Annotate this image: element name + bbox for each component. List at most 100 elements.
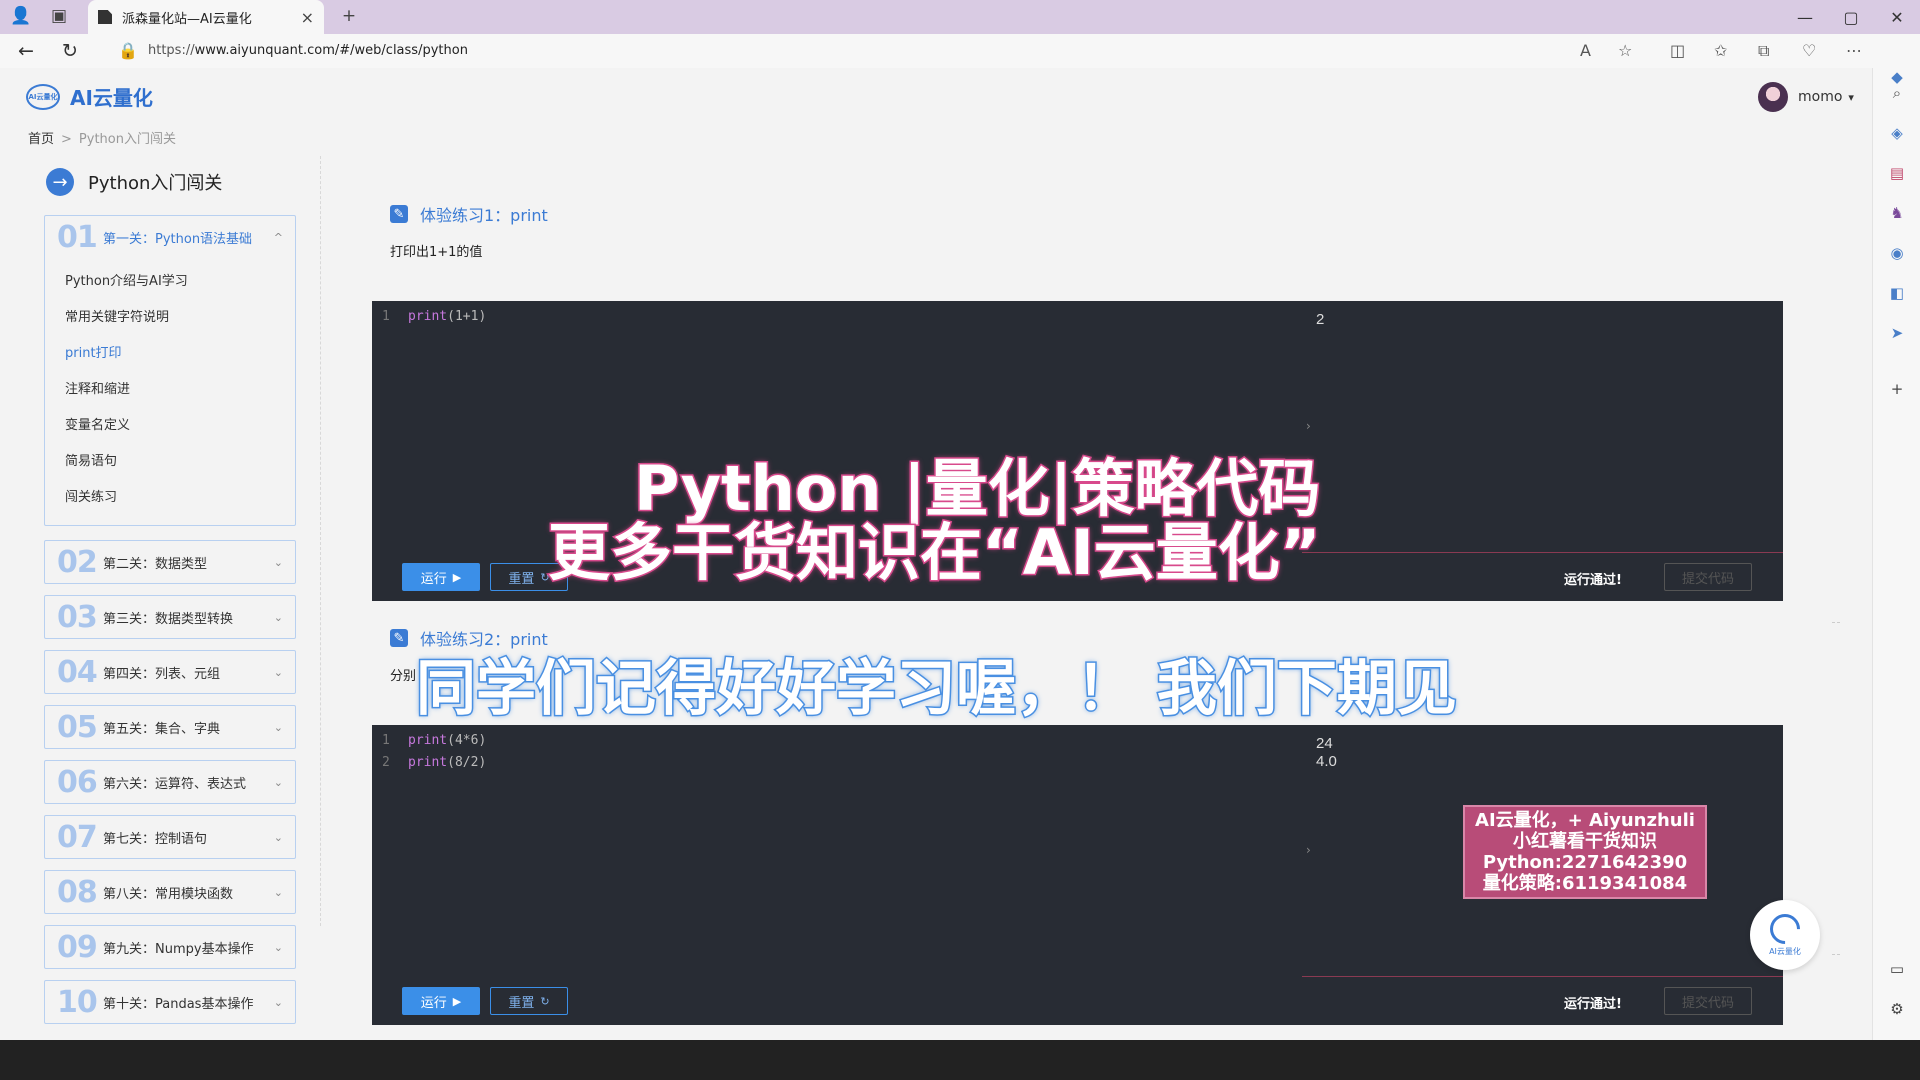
chapter-01: 01 第一关：Python语法基础 ^ Python介绍与AI学习 常用关键字符…	[44, 215, 296, 526]
ai-assistant-icon	[1763, 907, 1807, 950]
exercise-2-desc: 分别	[390, 669, 417, 684]
minimize-icon[interactable]: —	[1782, 8, 1828, 27]
taskbar	[0, 1040, 1920, 1080]
refresh-icon[interactable]: ↻	[62, 40, 78, 62]
lesson-item[interactable]: 闯关练习	[45, 480, 295, 516]
chapter-number: 03	[57, 599, 98, 635]
scroll-marker	[1832, 622, 1840, 623]
address-bar: ← ↻ 🔒 https://www.aiyunquant.com/#/web/c…	[0, 34, 1920, 68]
chapter-name: 第九关：Numpy基本操作	[103, 941, 254, 957]
office-icon[interactable]: ◉	[1887, 244, 1907, 264]
code-line[interactable]: 1 print (1+1)	[382, 309, 486, 324]
chapter-name: 第一关：Python语法基础	[103, 231, 253, 247]
breadcrumb-separator-icon: >	[61, 132, 72, 147]
chapter-07[interactable]: 07 第七关：控制语句 ⌄	[44, 815, 296, 859]
lock-icon[interactable]: 🔒	[118, 41, 138, 60]
chapter-number: 07	[57, 819, 98, 855]
shopping-tag-icon[interactable]: ◈	[1887, 124, 1907, 144]
status-divider	[1302, 552, 1783, 553]
reset-icon: ↻	[540, 994, 550, 1008]
chapter-10[interactable]: 10 第十关：Pandas基本操作 ⌄	[44, 980, 296, 1024]
tab-actions-icon[interactable]: ▣	[48, 6, 70, 28]
output-line: 24	[1316, 735, 1333, 752]
chapter-name: 第五关：集合、字典	[103, 721, 221, 737]
sidebar-layout-icon[interactable]: ▭	[1887, 960, 1907, 980]
lesson-item[interactable]: 常用关键字符说明	[45, 300, 295, 336]
run-status-text: 运行通过!	[1564, 573, 1622, 588]
add-sidebar-app-icon[interactable]: +	[1887, 380, 1907, 400]
play-icon: ▶	[452, 994, 462, 1008]
ai-assistant-button[interactable]: AI云量化	[1750, 900, 1820, 970]
logo-text: AI云量化	[70, 86, 153, 110]
browser-sidebar: ◆ ⌕ ◈ ▤ ♞ ◉ ◧ ➤ + ▭ ⚙	[1872, 68, 1920, 1040]
chapter-header[interactable]: 01 第一关：Python语法基础 ^	[45, 216, 295, 258]
chapter-06[interactable]: 06 第六关：运算符、表达式 ⌄	[44, 760, 296, 804]
panel-divider-handle[interactable]: ›	[1306, 843, 1311, 857]
new-tab-icon[interactable]: +	[338, 6, 360, 28]
course-title: → Python入门闯关	[46, 168, 222, 196]
chevron-down-icon: ⌄	[273, 720, 283, 734]
submit-button[interactable]: 提交代码	[1664, 987, 1752, 1015]
breadcrumb: 首页 > Python入门闯关	[28, 128, 176, 147]
close-tab-icon[interactable]: ×	[301, 8, 314, 27]
page-content: AI云量化 AI云量化 momo ▾ 首页 > Python入门闯关 → Pytho…	[0, 68, 1872, 1040]
split-screen-icon[interactable]: ◫	[1670, 41, 1685, 60]
sidebar-search-icon[interactable]: ⌕	[1887, 84, 1907, 104]
outlook-icon[interactable]: ◧	[1887, 284, 1907, 304]
panel-divider-handle[interactable]: ›	[1306, 419, 1311, 433]
breadcrumb-home[interactable]: 首页	[28, 132, 54, 147]
tools-bag-icon[interactable]: ▤	[1887, 164, 1907, 184]
tab-title: 派森量化站—AI云量化	[122, 11, 252, 27]
play-icon: ▶	[452, 570, 462, 584]
submit-button[interactable]: 提交代码	[1664, 563, 1752, 591]
chapter-09[interactable]: 09 第九关：Numpy基本操作 ⌄	[44, 925, 296, 969]
chapter-04[interactable]: 04 第四关：列表、元组 ⌄	[44, 650, 296, 694]
run-button[interactable]: 运行 ▶	[402, 563, 480, 591]
chapter-02[interactable]: 02 第二关：数据类型 ⌄	[44, 540, 296, 584]
maximize-icon[interactable]: ▢	[1828, 8, 1874, 27]
games-icon[interactable]: ♞	[1887, 204, 1907, 224]
user-caret-icon: ▾	[1848, 90, 1854, 104]
chapter-05[interactable]: 05 第五关：集合、字典 ⌄	[44, 705, 296, 749]
extensions-icon[interactable]: ♡	[1802, 41, 1816, 60]
code-line[interactable]: 2 print (8/2)	[382, 755, 486, 770]
lesson-item[interactable]: Python介绍与AI学习	[45, 264, 295, 300]
edit-check-icon: ✎	[390, 205, 408, 223]
url-field[interactable]: https://www.aiyunquant.com/#/web/class/p…	[148, 43, 468, 58]
lesson-item[interactable]: 简易语句	[45, 444, 295, 480]
window-close-icon[interactable]: ✕	[1874, 8, 1920, 27]
run-status-text: 运行通过!	[1564, 997, 1622, 1012]
profile-icon[interactable]: 👤	[10, 6, 32, 28]
chevron-down-icon: ⌄	[273, 610, 283, 624]
back-icon[interactable]: ←	[18, 40, 34, 62]
run-button[interactable]: 运行 ▶	[402, 987, 480, 1015]
chapter-08[interactable]: 08 第八关：常用模块函数 ⌄	[44, 870, 296, 914]
output-line: 4.0	[1316, 753, 1337, 770]
reset-button[interactable]: 重置 ↻	[490, 987, 568, 1015]
chevron-down-icon: ⌄	[273, 940, 283, 954]
read-aloud-icon[interactable]: A	[1580, 41, 1591, 60]
favorites-icon[interactable]: ✩	[1714, 41, 1727, 60]
collections-icon[interactable]: ⧉	[1758, 41, 1769, 61]
sidebar-settings-icon[interactable]: ⚙	[1887, 1000, 1907, 1020]
more-menu-icon[interactable]: ⋯	[1846, 41, 1862, 60]
telegram-icon[interactable]: ➤	[1887, 324, 1907, 344]
lesson-item-active[interactable]: print打印	[45, 336, 295, 372]
user-menu[interactable]: momo ▾	[1758, 82, 1854, 112]
code-line[interactable]: 1 print (4*6)	[382, 733, 486, 748]
chevron-down-icon: ⌄	[273, 885, 283, 899]
lesson-item[interactable]: 变量名定义	[45, 408, 295, 444]
lesson-item[interactable]: 注释和缩进	[45, 372, 295, 408]
chevron-down-icon: ⌄	[273, 555, 283, 569]
chevron-down-icon: ⌄	[273, 995, 283, 1009]
exercise-1-title: ✎ 体验练习1：print	[390, 202, 548, 226]
chapter-number: 02	[57, 544, 98, 580]
browser-tab[interactable]: 派森量化站—AI云量化 ×	[88, 0, 324, 34]
overlay-caption-3: 同学们记得好好学习喔，！ 我们下期见	[415, 653, 1459, 726]
chevron-down-icon: ⌄	[273, 775, 283, 789]
site-logo[interactable]: AI云量化 AI云量化	[26, 82, 153, 111]
favorite-star-icon[interactable]: ☆	[1618, 41, 1632, 60]
chapter-number: 04	[57, 654, 98, 690]
chapter-03[interactable]: 03 第三关：数据类型转换 ⌄	[44, 595, 296, 639]
chapter-name: 第六关：运算符、表达式	[103, 776, 247, 792]
